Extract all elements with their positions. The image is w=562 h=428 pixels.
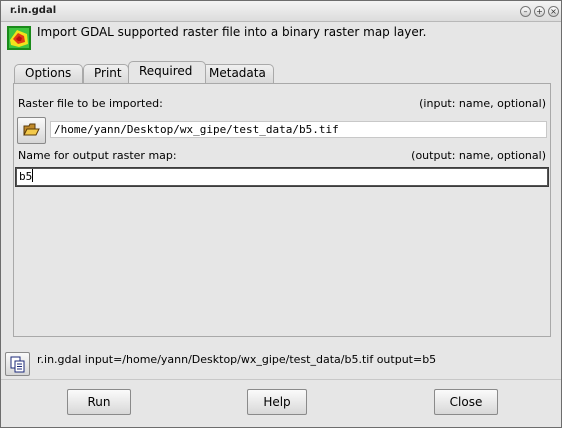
- output-map-field[interactable]: b5: [15, 167, 549, 187]
- divider: [1, 379, 561, 380]
- close-button[interactable]: Close: [434, 389, 498, 415]
- input-file-field[interactable]: /home/yann/Desktop/wx_gipe/test_data/b5.…: [50, 121, 547, 138]
- close-icon[interactable]: ×: [548, 6, 559, 17]
- help-button[interactable]: Help: [247, 389, 307, 415]
- title-bar[interactable]: r.in.gdal – + ×: [1, 1, 561, 22]
- tab-metadata[interactable]: Metadata: [198, 64, 274, 83]
- output-map-value: b5: [19, 170, 33, 183]
- minimize-icon[interactable]: –: [520, 6, 531, 17]
- copy-command-button[interactable]: [5, 352, 30, 376]
- command-preview: r.in.gdal input=/home/yann/Desktop/wx_gi…: [37, 353, 437, 366]
- module-description: Import GDAL supported raster file into a…: [37, 25, 427, 39]
- browse-file-button[interactable]: [17, 117, 46, 144]
- dialog-window: r.in.gdal – + × Import GDAL supported ra…: [0, 0, 562, 428]
- output-map-label: Name for output raster map:: [18, 149, 177, 162]
- input-file-hint: (input: name, optional): [419, 97, 546, 110]
- window-title: r.in.gdal: [10, 5, 57, 16]
- copy-icon: [10, 356, 25, 373]
- tab-print[interactable]: Print: [83, 64, 129, 83]
- output-map-hint: (output: name, optional): [411, 149, 546, 162]
- gdal-raster-icon: [7, 26, 31, 50]
- tab-required[interactable]: Required: [128, 61, 206, 83]
- maximize-icon[interactable]: +: [534, 6, 545, 17]
- required-panel: Raster file to be imported: (input: name…: [13, 83, 551, 337]
- tab-options[interactable]: Options: [14, 64, 83, 83]
- folder-open-icon: [23, 123, 40, 136]
- text-caret: [32, 169, 34, 182]
- run-button[interactable]: Run: [67, 389, 131, 415]
- input-file-label: Raster file to be imported:: [18, 97, 163, 110]
